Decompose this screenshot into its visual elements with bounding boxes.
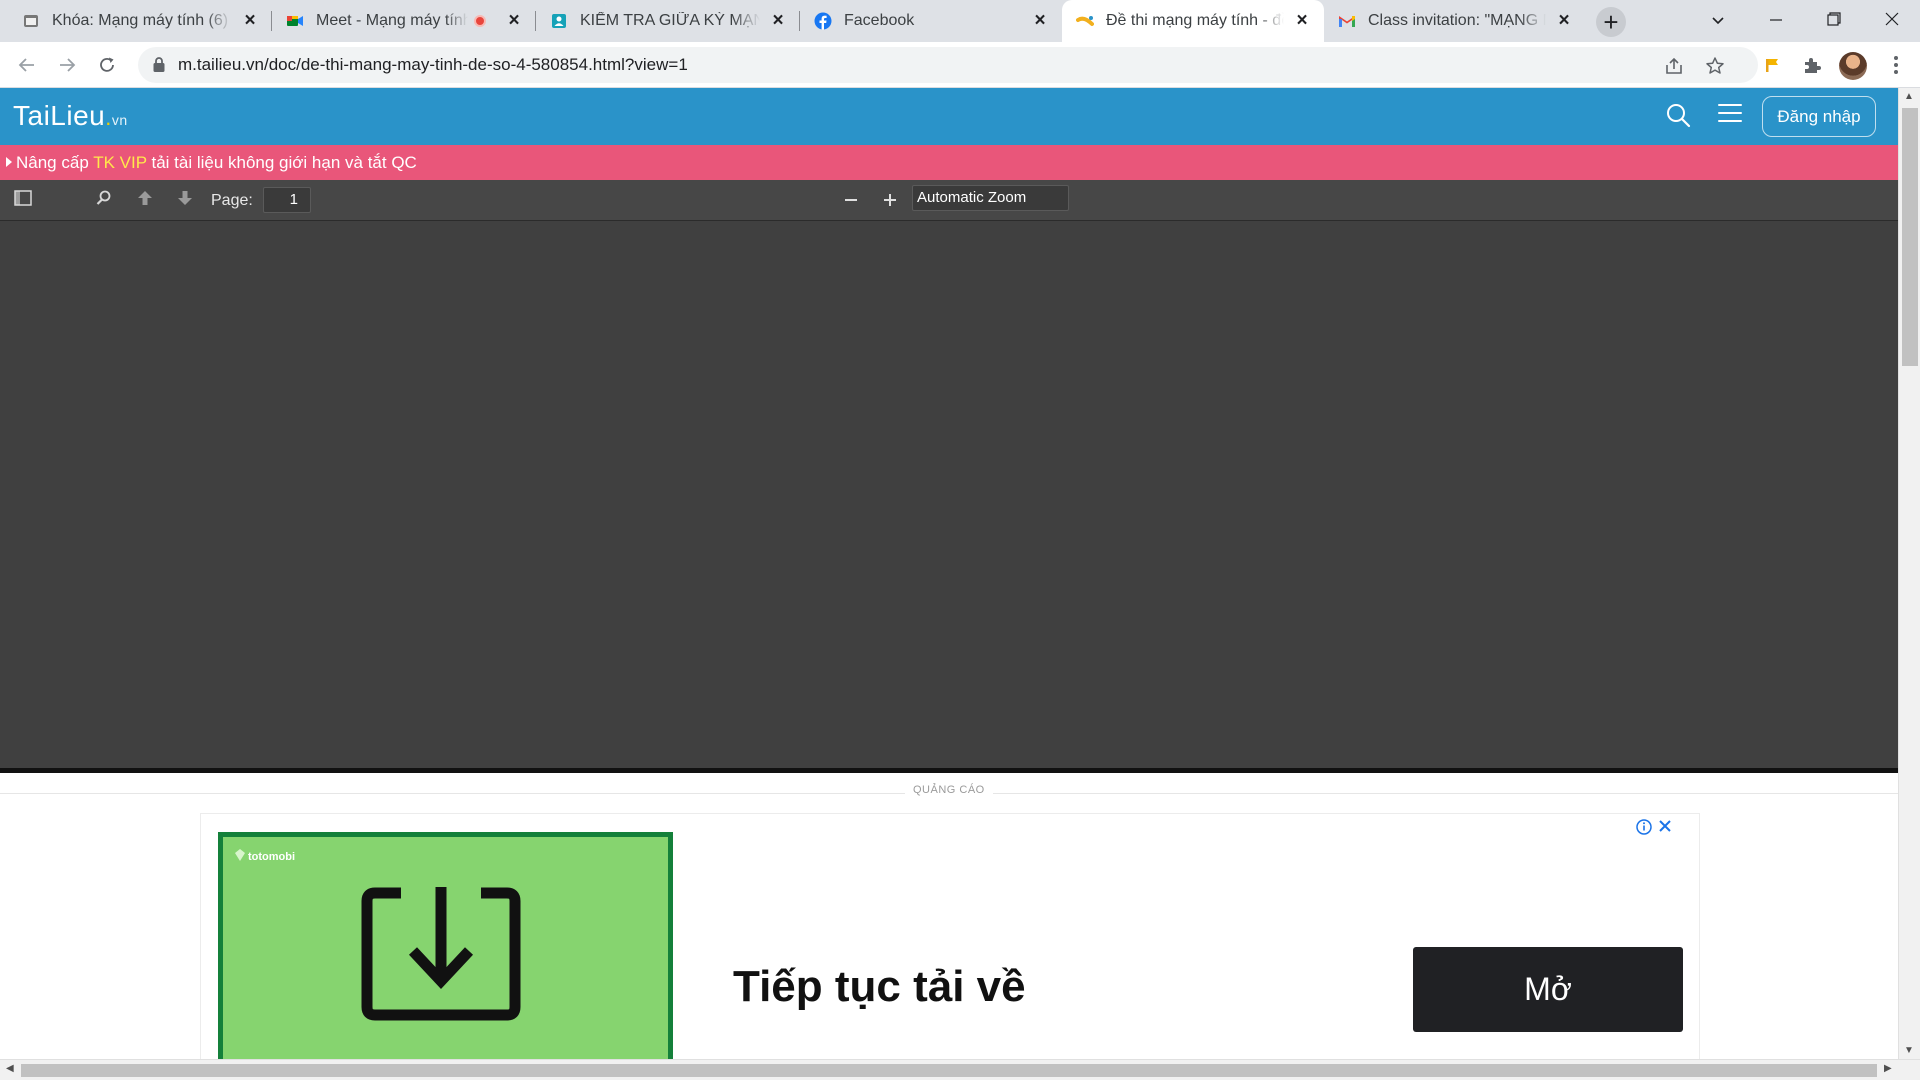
url-text[interactable]: m.tailieu.vn/doc/de-thi-mang-may-tinh-de… — [178, 47, 688, 83]
page-number-input[interactable]: 1 — [263, 187, 311, 213]
restore-button[interactable] — [1806, 0, 1862, 40]
address-bar[interactable]: m.tailieu.vn/doc/de-thi-mang-may-tinh-de… — [138, 47, 1758, 83]
forward-button[interactable] — [51, 49, 83, 81]
promo-vip-highlight: TK VIP — [93, 153, 147, 172]
bookmark-star-icon[interactable] — [1705, 56, 1725, 76]
ad-brand-text: totomobi — [248, 851, 296, 863]
close-tab-icon[interactable]: × — [1554, 11, 1574, 31]
tab-title: Đề thi mạng máy tính - đề số 4 — [1106, 12, 1284, 29]
tab-tailieu[interactable]: Đề thi mạng máy tính - đề số 4 × — [1062, 0, 1324, 42]
new-tab-button[interactable]: + — [1596, 7, 1626, 37]
site-header: TaiLieu.vn Đăng nhập — [0, 88, 1898, 145]
close-window-button[interactable] — [1864, 0, 1920, 40]
ad-banner[interactable]: totomobi Tiếp tục tải về Mở — [200, 813, 1700, 1068]
profile-avatar[interactable] — [1839, 52, 1867, 80]
ad-label: QUẢNG CÁO — [905, 784, 993, 796]
download-icon — [361, 887, 521, 1026]
pdf-document-area[interactable] — [0, 221, 1898, 768]
pdf-toolbar: Page: 1 Automatic Zoom — [0, 180, 1898, 221]
tab-facebook[interactable]: Facebook × — [800, 0, 1062, 42]
scroll-up-arrow-icon[interactable]: ▲ — [1904, 91, 1914, 102]
previous-page-icon[interactable] — [133, 189, 157, 213]
tailieu-icon — [1076, 12, 1094, 30]
extension-flag-icon[interactable] — [1758, 51, 1786, 79]
back-button[interactable] — [11, 49, 43, 81]
tab-title: Facebook — [844, 12, 915, 29]
tab-title: Class invitation: "MẠNG MÁY TÍNH" — [1368, 12, 1546, 29]
next-page-icon[interactable] — [173, 189, 197, 213]
moodle-icon — [22, 12, 40, 30]
search-icon[interactable] — [1665, 102, 1693, 130]
google-forms-icon — [550, 12, 568, 30]
ad-brand: totomobi — [235, 849, 295, 863]
logo-dot: . — [105, 105, 112, 130]
scroll-right-arrow-icon[interactable]: ▶ — [1884, 1063, 1892, 1074]
tab-moodle[interactable]: Khóa: Mạng máy tính (6) × — [8, 0, 272, 42]
tab-gmail[interactable]: Class invitation: "MẠNG MÁY TÍNH" × — [1324, 0, 1586, 42]
logo-main: TaiLieu — [13, 100, 106, 131]
tab-title: Meet - Mạng máy tính — [316, 12, 468, 29]
share-icon[interactable] — [1664, 56, 1684, 76]
close-tab-icon[interactable]: × — [240, 11, 260, 31]
tab-title: Khóa: Mạng máy tính (6) — [52, 12, 229, 29]
tab-meet[interactable]: Meet - Mạng máy tính × — [272, 0, 536, 42]
browser-toolbar: m.tailieu.vn/doc/de-thi-mang-may-tinh-de… — [0, 42, 1920, 88]
lock-icon[interactable] — [152, 56, 166, 78]
gmail-icon — [1338, 12, 1356, 30]
pdf-viewer-border — [0, 768, 1898, 773]
tab-title: KIỂM TRA GIỮA KỲ MẠNG MÁY TÍNH — [580, 12, 760, 29]
reload-button[interactable] — [91, 49, 123, 81]
close-tab-icon[interactable]: × — [1292, 11, 1312, 31]
promo-prefix: Nâng cấp — [16, 153, 94, 172]
vip-promo-banner[interactable]: Nâng cấp TK VIP tải tài liệu không giới … — [0, 145, 1898, 180]
recording-indicator-icon — [474, 15, 486, 27]
tab-search-icon[interactable] — [1690, 0, 1746, 40]
browser-menu-icon[interactable] — [1882, 51, 1910, 79]
page-label: Page: — [211, 192, 253, 209]
close-tab-icon[interactable]: × — [1030, 11, 1050, 31]
promo-suffix: tải tài liệu không giới hạn và tắt QC — [146, 153, 417, 172]
ad-headline[interactable]: Tiếp tục tải về — [733, 962, 1026, 1012]
logo-tld: vn — [111, 112, 128, 128]
login-button[interactable]: Đăng nhập — [1762, 96, 1876, 137]
zoom-select[interactable]: Automatic Zoom — [912, 185, 1069, 211]
google-meet-icon — [286, 12, 304, 30]
scroll-down-arrow-icon[interactable]: ▼ — [1904, 1045, 1914, 1056]
caret-right-icon — [6, 157, 12, 167]
scroll-left-arrow-icon[interactable]: ◀ — [6, 1063, 14, 1074]
close-tab-icon[interactable]: × — [768, 11, 788, 31]
horizontal-scrollbar[interactable]: ◀ ▶ — [0, 1059, 1920, 1080]
horizontal-scroll-thumb[interactable] — [21, 1064, 1877, 1077]
vertical-scrollbar[interactable]: ▲ ▼ — [1898, 88, 1920, 1059]
zoom-out-icon[interactable] — [839, 189, 863, 213]
hamburger-menu-icon[interactable] — [1718, 104, 1742, 128]
sidebar-toggle-icon[interactable] — [11, 189, 35, 213]
tab-forms[interactable]: KIỂM TRA GIỮA KỲ MẠNG MÁY TÍNH × — [536, 0, 800, 42]
find-icon[interactable] — [92, 189, 116, 213]
minimize-button[interactable] — [1748, 0, 1804, 40]
facebook-icon — [814, 12, 832, 30]
vertical-scroll-thumb[interactable] — [1902, 108, 1918, 366]
tab-strip: Khóa: Mạng máy tính (6) × Meet - Mạng má… — [0, 0, 1920, 42]
extensions-puzzle-icon[interactable] — [1798, 51, 1826, 79]
ad-choices-icon[interactable] — [1635, 818, 1675, 841]
zoom-in-icon[interactable] — [878, 189, 902, 213]
ad-image[interactable]: totomobi — [218, 832, 673, 1067]
ad-open-button[interactable]: Mở — [1413, 947, 1683, 1032]
close-tab-icon[interactable]: × — [504, 11, 524, 31]
tailieu-logo[interactable]: TaiLieu.vn — [13, 100, 128, 132]
